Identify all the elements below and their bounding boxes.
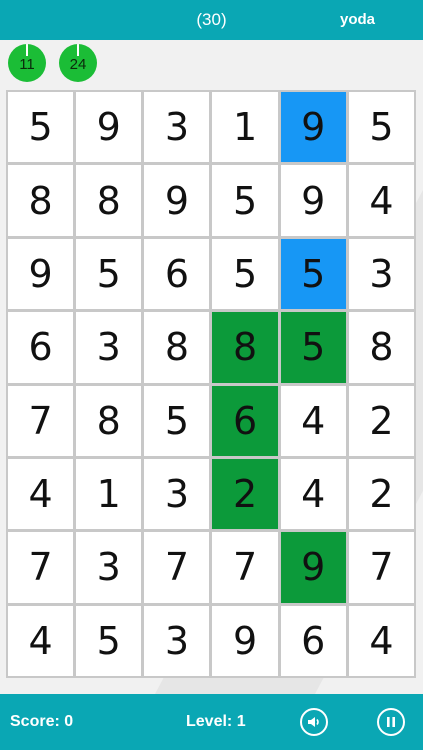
grid-cell[interactable]: 5: [212, 165, 278, 236]
score-label: Score: 0: [10, 713, 74, 730]
grid-cell[interactable]: 8: [212, 312, 278, 383]
grid-cell[interactable]: 6: [212, 385, 278, 456]
grid-cell[interactable]: 1: [76, 458, 142, 530]
grid-cell[interactable]: 2: [348, 385, 414, 456]
top-bar: (30) yoda: [0, 0, 423, 40]
grid-cell[interactable]: 7: [8, 532, 74, 603]
grid-cell[interactable]: 6: [144, 238, 210, 310]
grid-cell[interactable]: 4: [8, 458, 74, 530]
pause-icon: [387, 717, 395, 727]
sound-button[interactable]: [300, 708, 328, 736]
level-label: Level: 1: [186, 713, 246, 730]
timer-value: 24: [69, 56, 87, 73]
grid-cell[interactable]: 9: [212, 605, 278, 676]
grid-cell[interactable]: 8: [348, 312, 414, 383]
timer-value: 11: [19, 56, 35, 73]
timer-bubble: 11: [8, 44, 46, 82]
grid-cell[interactable]: 7: [144, 532, 210, 603]
speaker-icon: [308, 717, 319, 727]
grid-cell[interactable]: 5: [280, 238, 346, 310]
grid-cell[interactable]: 3: [144, 92, 210, 163]
grid-cell[interactable]: 8: [144, 312, 210, 383]
grid-cell[interactable]: 5: [76, 605, 142, 676]
grid-cell[interactable]: 9: [144, 165, 210, 236]
username: yoda: [339, 11, 375, 28]
grid-cell[interactable]: 4: [348, 165, 414, 236]
grid-cell[interactable]: 7: [348, 532, 414, 603]
grid-cell[interactable]: 8: [76, 165, 142, 236]
timer-bubble: 24: [59, 44, 97, 82]
grid-cell[interactable]: 5: [348, 92, 414, 163]
grid-cell[interactable]: 9: [280, 532, 346, 603]
grid-cell[interactable]: 3: [76, 312, 142, 383]
grid-cell[interactable]: 3: [144, 458, 210, 530]
grid-cell[interactable]: 3: [76, 532, 142, 603]
grid-cell[interactable]: 2: [348, 458, 414, 530]
grid-cell[interactable]: 5: [8, 92, 74, 163]
grid-cell[interactable]: 4: [8, 605, 74, 676]
grid-cell[interactable]: 2: [212, 458, 278, 530]
grid-cell[interactable]: 9: [280, 165, 346, 236]
bottom-bar: Score: 0 Level: 1: [0, 694, 423, 750]
number-grid: 5931958895949565536388587856424132427377…: [6, 90, 416, 678]
grid-cell[interactable]: 8: [8, 165, 74, 236]
grid-cell[interactable]: 7: [8, 385, 74, 456]
grid-cell[interactable]: 1: [212, 92, 278, 163]
grid-cell[interactable]: 5: [76, 238, 142, 310]
grid-cell[interactable]: 9: [76, 92, 142, 163]
pause-button[interactable]: [377, 708, 405, 736]
grid-cell[interactable]: 8: [76, 385, 142, 456]
grid-cell[interactable]: 9: [8, 238, 74, 310]
grid-cell[interactable]: 6: [8, 312, 74, 383]
grid-cell[interactable]: 4: [280, 458, 346, 530]
grid-cell[interactable]: 7: [212, 532, 278, 603]
grid-cell[interactable]: 5: [280, 312, 346, 383]
grid-cell[interactable]: 6: [280, 605, 346, 676]
grid-cell[interactable]: 4: [348, 605, 414, 676]
grid-cell[interactable]: 3: [348, 238, 414, 310]
grid-cell[interactable]: 9: [280, 92, 346, 163]
grid-cell[interactable]: 3: [144, 605, 210, 676]
grid-cell[interactable]: 5: [144, 385, 210, 456]
grid-cell[interactable]: 4: [280, 385, 346, 456]
grid-cell[interactable]: 5: [212, 238, 278, 310]
